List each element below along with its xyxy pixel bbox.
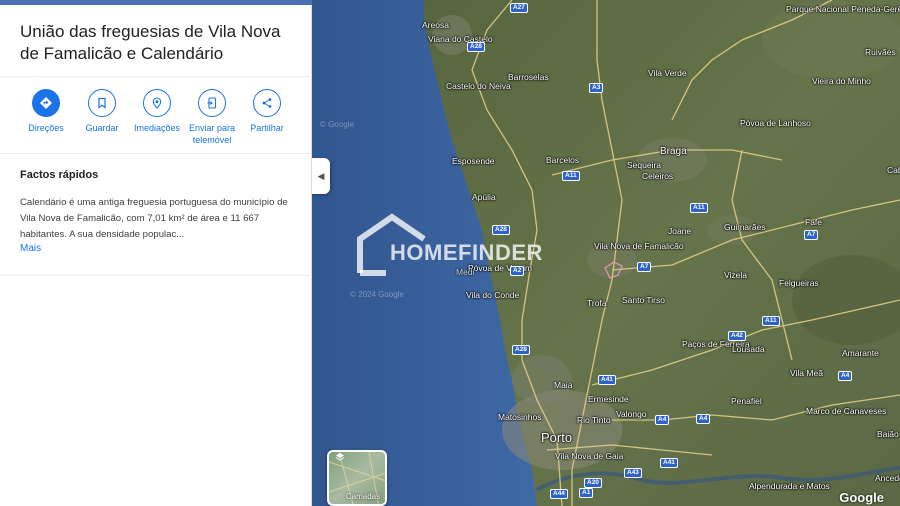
road-shield: A11 bbox=[762, 316, 780, 326]
place-label-ermesinde: Ermesinde bbox=[588, 394, 629, 404]
share-label: Partilhar bbox=[250, 123, 284, 133]
google-logo: Google bbox=[839, 490, 884, 505]
place-label-maia: Maia bbox=[554, 380, 573, 390]
directions-icon bbox=[32, 89, 60, 117]
place-label-valongo: Valongo bbox=[616, 409, 647, 419]
directions-button[interactable]: Direções bbox=[16, 89, 76, 135]
place-label-cab: Cab bbox=[887, 165, 900, 175]
quick-facts-heading: Factos rápidos bbox=[20, 169, 99, 181]
place-label-alpendurada: Alpendurada e Matos bbox=[749, 481, 830, 491]
road-shield: A44 bbox=[550, 489, 568, 499]
place-label-pacos-ferreira: Paços de Ferreira bbox=[682, 339, 750, 349]
place-label-baiao: Baião bbox=[877, 429, 899, 439]
share-icon bbox=[253, 89, 281, 117]
save-button[interactable]: Guardar bbox=[72, 89, 132, 135]
nearby-button[interactable]: Imediações bbox=[127, 89, 187, 135]
place-label-vila-verde: Vila Verde bbox=[648, 68, 687, 78]
divider bbox=[0, 153, 312, 154]
place-label-matosinhos: Matosinhos bbox=[498, 412, 542, 422]
layers-icon bbox=[335, 453, 345, 461]
place-label-marco-canaveses: Marco de Canaveses bbox=[806, 406, 887, 416]
road-shield: A43 bbox=[624, 468, 642, 478]
place-label-vizela: Vizela bbox=[724, 270, 747, 280]
road-shield: A11 bbox=[690, 203, 708, 213]
place-label-apulia: Apúlia bbox=[472, 192, 496, 202]
copyright-text: © Google bbox=[320, 120, 354, 129]
place-panel: União das freguesias de Vila Nova de Fam… bbox=[0, 0, 312, 506]
place-label-ancede: Ancede bbox=[875, 473, 900, 483]
place-label-guimaraes: Guimarães bbox=[724, 222, 766, 232]
homefinder-watermark: HOMEFINDER bbox=[356, 213, 556, 279]
road-shield: A4 bbox=[696, 414, 711, 424]
place-label-castelo-neiva: Castelo do Neiva bbox=[446, 81, 511, 91]
place-label-rio-tinto: Rio Tinto bbox=[577, 415, 611, 425]
save-label: Guardar bbox=[85, 123, 119, 133]
collapse-panel-button[interactable]: ◀ bbox=[312, 158, 330, 194]
homefinder-text: HOMEFINDER bbox=[390, 240, 543, 265]
more-link[interactable]: Mais bbox=[20, 243, 41, 254]
road-shield: A1 bbox=[579, 488, 594, 498]
quick-facts-text: Calendário é uma antiga freguesia portug… bbox=[20, 197, 288, 240]
place-label-ruivaes: Ruivães bbox=[865, 47, 896, 57]
layers-button[interactable]: Camadas bbox=[327, 450, 387, 506]
place-label-trofa: Trofa bbox=[587, 298, 607, 308]
send-to-phone-button[interactable]: Enviar para telemóvel bbox=[182, 89, 242, 146]
place-label-felgueiras: Felgueiras bbox=[779, 278, 819, 288]
place-label-celeiros: Celeiros bbox=[642, 171, 674, 181]
divider bbox=[0, 275, 312, 276]
place-label-esposende: Esposende bbox=[452, 156, 495, 166]
action-bar: Direções Guardar Imediações Enviar para … bbox=[0, 89, 312, 149]
place-label-joane: Joane bbox=[668, 226, 692, 236]
place-label-fafe: Fafe bbox=[805, 217, 823, 227]
road-shield: A41 bbox=[598, 375, 616, 385]
road-shield: A3 bbox=[589, 83, 604, 93]
road-shield: A11 bbox=[562, 171, 580, 181]
place-label-braga: Braga bbox=[660, 146, 687, 157]
road-shield: A4 bbox=[655, 415, 670, 425]
layers-label: Camadas bbox=[345, 492, 381, 501]
road-shield: A7 bbox=[637, 262, 652, 272]
place-label-vieira: Vieira do Minho bbox=[812, 76, 871, 86]
place-label-amarante: Amarante bbox=[842, 348, 879, 358]
place-label-areosa: Areosa bbox=[422, 20, 449, 30]
place-label-vnf: Vila Nova de Famalicão bbox=[594, 241, 684, 251]
road-shield: A20 bbox=[584, 478, 602, 488]
road-shield: A28 bbox=[467, 42, 485, 52]
road-shield: A41 bbox=[660, 458, 678, 468]
map-canvas[interactable]: Areosa Viana do Castelo Barroselas Caste… bbox=[312, 0, 900, 506]
place-label-barroselas: Barroselas bbox=[508, 72, 549, 82]
place-title: União das freguesias de Vila Nova de Fam… bbox=[20, 22, 281, 63]
place-label-vila-mea: Vila Meã bbox=[790, 368, 823, 378]
place-label-vn-gaia: Vila Nova de Gaia bbox=[555, 451, 623, 461]
place-label-viana: Viana do Castelo bbox=[428, 34, 493, 44]
nearby-label: Imediações bbox=[133, 123, 181, 133]
road-shield: A28 bbox=[512, 345, 530, 355]
directions-label: Direções bbox=[28, 123, 64, 133]
chevron-left-icon: ◀ bbox=[317, 170, 325, 181]
panel-header-image bbox=[0, 0, 312, 5]
place-label-barcelos: Barcelos bbox=[546, 155, 580, 165]
share-button[interactable]: Partilhar bbox=[237, 89, 297, 135]
place-label-porto: Porto bbox=[541, 430, 573, 445]
place-label-vila-conde: Vila do Conde bbox=[466, 290, 520, 300]
place-label-lousada: Lousada bbox=[732, 344, 765, 354]
road-shield: A7 bbox=[804, 230, 819, 240]
send-to-phone-icon bbox=[198, 89, 226, 117]
bookmark-icon bbox=[88, 89, 116, 117]
place-label-peneda: Parque Nacional Peneda-Gerês bbox=[786, 4, 900, 14]
send-to-phone-label: Enviar para telemóvel bbox=[188, 123, 236, 145]
road-shield: A27 bbox=[510, 3, 528, 13]
place-label-sequeira: Sequeira bbox=[627, 160, 662, 170]
divider bbox=[0, 76, 312, 77]
nearby-icon bbox=[143, 89, 171, 117]
place-label-santo-tirso: Santo Tirso bbox=[622, 295, 665, 305]
place-label-povoa-lanhoso: Póvoa de Lanhoso bbox=[740, 118, 811, 128]
road-shield: A42 bbox=[728, 331, 746, 341]
copyright-text: © 2024 Google bbox=[350, 290, 404, 299]
place-label-penafiel: Penafiel bbox=[731, 396, 762, 406]
road-shield: A4 bbox=[838, 371, 853, 381]
